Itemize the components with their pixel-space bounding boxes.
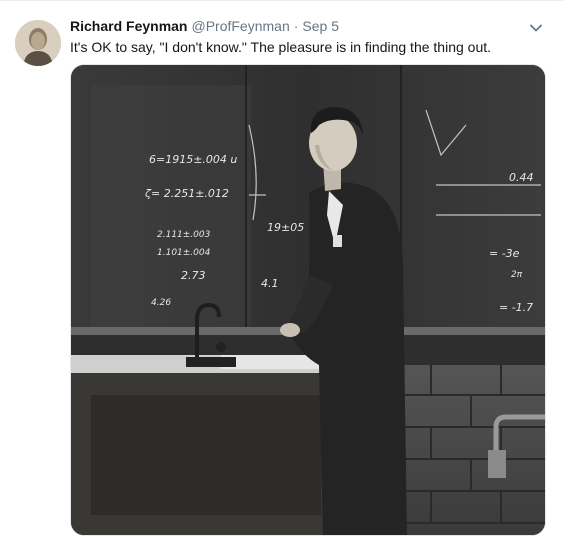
avatar[interactable]: [15, 20, 61, 66]
chalk-text-8: 4.1: [261, 277, 279, 290]
chalk-text-3: 2.111±.003: [157, 230, 211, 240]
chalk-text-11: 2π: [511, 270, 523, 280]
divider: [0, 0, 563, 1]
author-handle[interactable]: @ProfFeynman: [191, 16, 289, 36]
chalk-text-1: 6=1915±.004 u: [149, 153, 237, 166]
chalk-text-6: 4.26: [151, 298, 171, 308]
avatar-image: [15, 20, 61, 66]
timestamp[interactable]: Sep 5: [302, 16, 339, 36]
tweet-header: Richard Feynman @ProfFeynman · Sep 5: [70, 16, 339, 36]
photo-image: 6=1915±.004 u ζ= 2.251±.012 2.111±.003 1…: [71, 65, 545, 535]
chalk-text-5: 2.73: [181, 269, 206, 282]
separator-dot: ·: [293, 18, 299, 34]
chalk-text-7: 19±05: [267, 221, 304, 234]
chevron-down-icon[interactable]: [528, 20, 544, 36]
tweet-text: It's OK to say, "I don't know." The plea…: [70, 39, 492, 55]
chalk-text-12: = -1.7: [499, 301, 533, 314]
chalk-text-9: 0.44: [509, 171, 534, 184]
tweet-photo[interactable]: 6=1915±.004 u ζ= 2.251±.012 2.111±.003 1…: [70, 64, 546, 536]
author-name[interactable]: Richard Feynman: [70, 16, 187, 36]
tweet: Richard Feynman @ProfFeynman · Sep 5 It'…: [0, 0, 563, 544]
chalk-text-2: ζ= 2.251±.012: [144, 187, 229, 200]
chalk-text-10: = -3e: [489, 247, 520, 260]
chalk-text-4: 1.101±.004: [157, 248, 211, 258]
